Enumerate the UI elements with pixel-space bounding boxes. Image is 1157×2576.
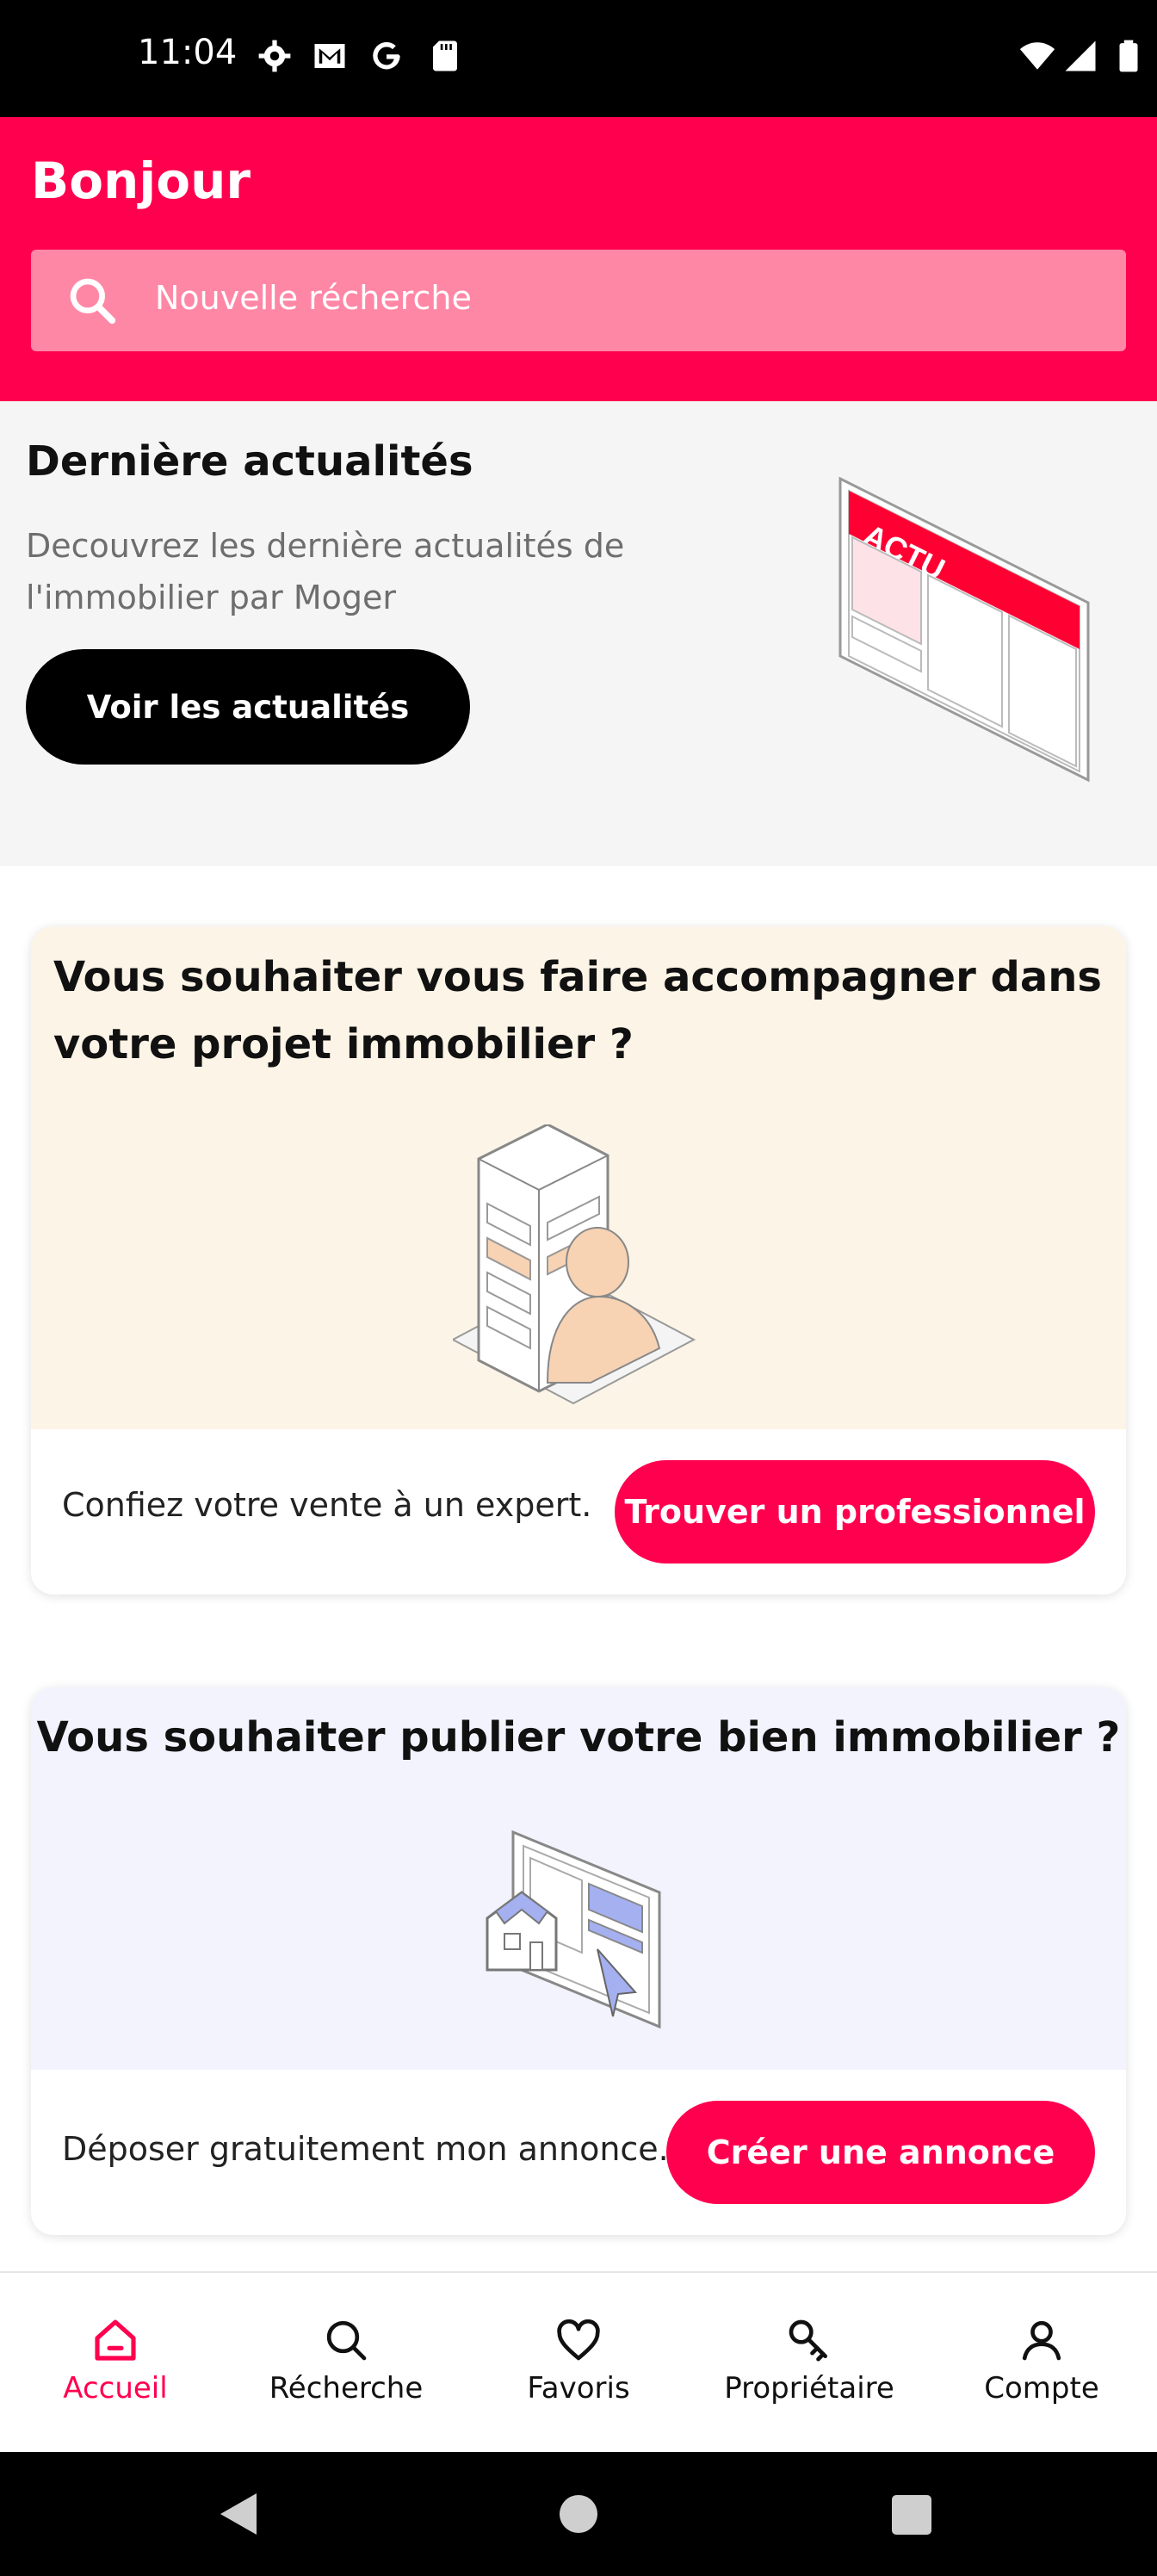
pro-card-title: Vous souhaiter vous faire accompagner da…: [53, 953, 1102, 1068]
search-placeholder[interactable]: Nouvelle récherche: [155, 279, 472, 317]
google-icon: [373, 41, 400, 70]
key-icon: [789, 2319, 827, 2362]
home-circle-icon[interactable]: [558, 2493, 599, 2535]
nav-label-compte: Compte: [984, 2371, 1099, 2406]
nav-item-proprietaire[interactable]: Propriétaire: [694, 2316, 925, 2437]
search-icon: [70, 278, 116, 325]
publish-card: Vous souhaiter publier votre bien immobi…: [31, 1687, 1126, 2235]
pro-card-text: Confiez votre vente à un expert.: [62, 1486, 592, 1524]
create-listing-button[interactable]: Créer une annonce: [666, 2101, 1095, 2204]
home-icon: [95, 2319, 136, 2361]
heart-icon: [557, 2319, 600, 2361]
pro-card: Vous souhaiter vous faire accompagner da…: [31, 926, 1126, 1595]
building-person-illustration: [453, 1124, 696, 1405]
nav-item-accueil[interactable]: Accueil: [0, 2316, 231, 2437]
gmail-icon: [314, 44, 345, 68]
publish-card-title: Vous souhaiter publier votre bien immobi…: [36, 1713, 1121, 1762]
settings-icon: [258, 40, 291, 72]
signal-icon: [1065, 40, 1096, 71]
wifi-icon: [1019, 42, 1055, 70]
nav-label-favoris: Favoris: [527, 2371, 630, 2406]
battery-icon: [1119, 40, 1138, 72]
status-time: 11:04: [138, 33, 238, 72]
nav-item-favoris[interactable]: Favoris: [463, 2316, 694, 2437]
news-board-illustration: ACTU: [838, 476, 1090, 783]
nav-label-recherche: Récherche: [269, 2371, 424, 2406]
recents-icon[interactable]: [892, 2495, 931, 2535]
nav-item-compte[interactable]: Compte: [926, 2316, 1157, 2437]
news-title: Dernière actualités: [26, 437, 473, 486]
user-icon: [1022, 2320, 1061, 2361]
greeting-title: Bonjour: [31, 152, 251, 210]
search-icon: [326, 2320, 367, 2361]
find-professional-button[interactable]: Trouver un professionnel: [615, 1460, 1095, 1564]
listing-screen-illustration: [486, 1830, 661, 2029]
nav-label-accueil: Accueil: [63, 2371, 168, 2406]
sd-card-icon: [433, 40, 457, 71]
publish-card-text: Déposer gratuitement mon annonce.: [62, 2130, 669, 2168]
back-icon[interactable]: [217, 2492, 260, 2536]
nav-item-recherche[interactable]: Récherche: [231, 2316, 461, 2437]
see-news-button[interactable]: Voir les actualités: [26, 649, 470, 765]
nav-label-proprietaire: Propriétaire: [724, 2371, 894, 2406]
news-description: Decouvrez les dernière actualités de l'i…: [26, 527, 625, 616]
